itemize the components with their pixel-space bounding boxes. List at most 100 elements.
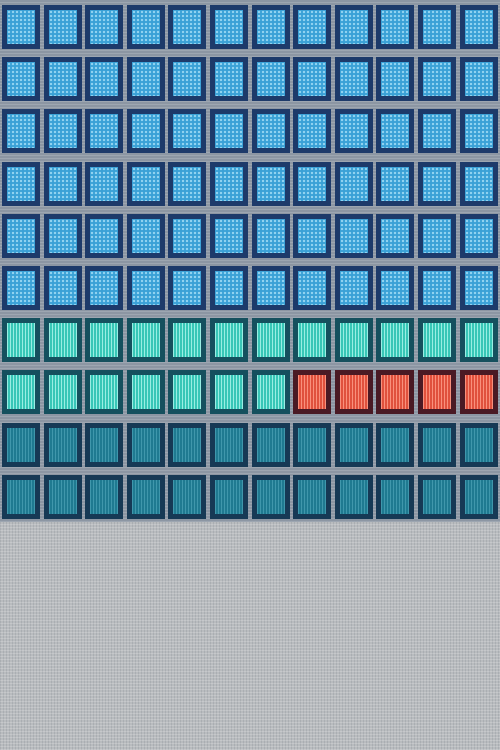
grid-cell-blue [418, 57, 456, 102]
cell-fill [381, 271, 410, 305]
cell-fill [90, 218, 119, 253]
cell-fill [48, 218, 77, 253]
cell-fill [298, 62, 327, 97]
grid-cell-teal [459, 318, 498, 363]
grid-cell-blue [293, 109, 332, 154]
grid-cell-blue [418, 109, 456, 154]
cell-fill [298, 375, 327, 410]
cell-fill [215, 479, 243, 514]
grid-cell-red [459, 370, 498, 415]
cell-fill [298, 479, 327, 514]
grid-cell-dark [418, 474, 456, 519]
grid-cell-dark [126, 474, 165, 519]
cell-fill [423, 479, 451, 514]
cell-fill [423, 10, 451, 44]
grid-cell-blue [251, 266, 290, 310]
cell-fill [381, 218, 410, 253]
grid-cell-blue [2, 57, 40, 102]
cell-fill [173, 114, 202, 149]
cell-fill [256, 114, 285, 149]
grid-cell-blue [126, 161, 165, 206]
cell-fill [381, 375, 410, 410]
grid-cell-blue [126, 266, 165, 310]
grid-row [0, 5, 500, 49]
cell-fill [173, 427, 202, 462]
cell-fill [464, 10, 493, 44]
grid-cell-dark [251, 422, 290, 467]
grid-cell-teal [85, 370, 124, 415]
cell-fill [298, 114, 327, 149]
grid-cell-teal [168, 370, 207, 415]
cell-fill [423, 271, 451, 305]
grid-cell-dark [376, 422, 415, 467]
grid-cell-blue [2, 213, 40, 258]
cell-fill [298, 218, 327, 253]
grid-cell-blue [418, 161, 456, 206]
grid-cell-teal [85, 318, 124, 363]
cell-fill [298, 166, 327, 201]
cell-fill [339, 114, 368, 149]
grid-row [0, 266, 500, 310]
grid-cell-blue [43, 5, 82, 49]
cell-fill [48, 10, 77, 44]
grid-cell-blue [85, 266, 124, 310]
cell-fill [173, 271, 202, 305]
cell-fill [48, 166, 77, 201]
cell-fill [423, 62, 451, 97]
cell-fill [7, 375, 35, 410]
cell-fill [256, 427, 285, 462]
grid-cell-blue [168, 5, 207, 49]
cell-fill [464, 271, 493, 305]
cell-fill [48, 323, 77, 358]
cell-fill [464, 114, 493, 149]
grid-cell-blue [251, 213, 290, 258]
cell-fill [423, 218, 451, 253]
cell-fill [173, 323, 202, 358]
cell-fill [215, 218, 243, 253]
grid-cell-red [376, 370, 415, 415]
cell-fill [423, 114, 451, 149]
cell-fill [464, 375, 493, 410]
grid-cell-dark [418, 422, 456, 467]
cell-fill [256, 10, 285, 44]
cell-fill [339, 271, 368, 305]
grid-cell-teal [43, 370, 82, 415]
cell-fill [7, 166, 35, 201]
cell-fill [381, 323, 410, 358]
grid-cell-blue [376, 57, 415, 102]
cell-fill [7, 62, 35, 97]
grid-cell-blue [376, 5, 415, 49]
grid-cell-blue [2, 5, 40, 49]
cell-fill [215, 427, 243, 462]
cell-fill [7, 10, 35, 44]
cell-fill [131, 323, 160, 358]
grid-cell-blue [459, 266, 498, 310]
cell-fill [464, 479, 493, 514]
cell-fill [464, 62, 493, 97]
cell-fill [173, 479, 202, 514]
grid-cell-dark [2, 422, 40, 467]
cell-fill [464, 323, 493, 358]
grid-cell-blue [43, 266, 82, 310]
grid-cell-blue [293, 266, 332, 310]
grid-cell-blue [168, 109, 207, 154]
grid-cell-dark [2, 474, 40, 519]
grid-cell-teal [43, 318, 82, 363]
cell-fill [7, 114, 35, 149]
cell-fill [48, 427, 77, 462]
cell-fill [173, 218, 202, 253]
grid-cell-teal [251, 318, 290, 363]
grid-cell-teal [2, 318, 40, 363]
grid-cell-blue [251, 109, 290, 154]
cell-fill [90, 479, 119, 514]
grid-cell-blue [168, 266, 207, 310]
cell-fill [298, 427, 327, 462]
grid-cell-blue [126, 57, 165, 102]
cell-fill [173, 166, 202, 201]
grid-cell-dark [85, 474, 124, 519]
grid-cell-dark [334, 422, 373, 467]
grid-cell-dark [376, 474, 415, 519]
cell-fill [7, 427, 35, 462]
grid-row [0, 318, 500, 363]
cell-fill [131, 218, 160, 253]
